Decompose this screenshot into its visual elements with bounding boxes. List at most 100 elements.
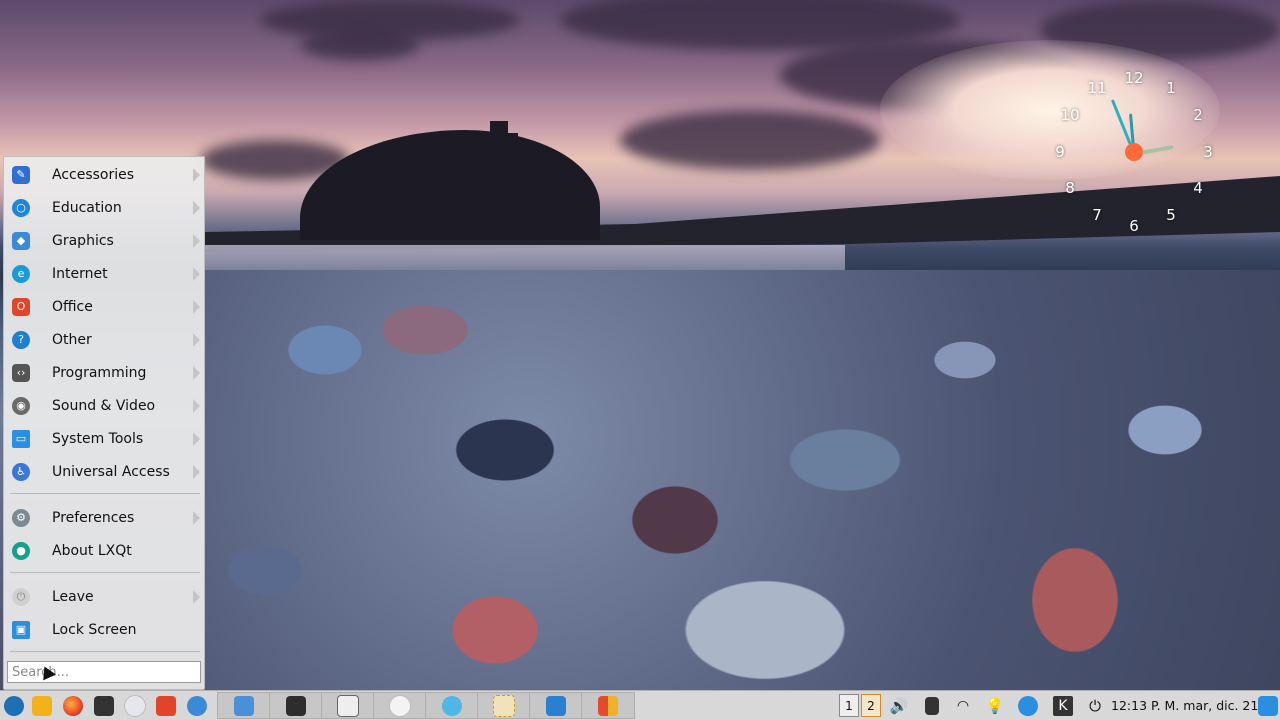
- clock-number: 7: [1092, 206, 1102, 224]
- menu-item-label: Education: [52, 199, 122, 216]
- desktop-switch-1[interactable]: 1: [839, 694, 859, 717]
- k-button[interactable]: K: [1051, 694, 1075, 718]
- menu-item-accessories[interactable]: ✎ Accessories: [6, 159, 202, 190]
- desktop-switch-2[interactable]: 2: [861, 694, 881, 717]
- clock-number: 1: [1166, 79, 1176, 97]
- show-desktop-button[interactable]: [1256, 694, 1280, 718]
- power-icon: ⏻: [1089, 697, 1101, 715]
- menu-separator: [10, 572, 200, 573]
- menu-item-sound-video[interactable]: ◉ Sound & Video: [6, 390, 202, 421]
- menu-item-universal-access[interactable]: ♿ Universal Access: [6, 456, 202, 487]
- clock-number: 8: [1065, 179, 1075, 197]
- firefox-launcher[interactable]: [61, 694, 85, 718]
- submenu-arrow-icon: [193, 465, 200, 479]
- programming-icon: ‹›: [12, 363, 30, 382]
- task-button[interactable]: [269, 692, 323, 719]
- taskbar: 1 2 🔊 ◠ 💡 K ⏻ 12:13 P. M. mar, dic. 21: [0, 690, 1280, 720]
- menu-item-label: Accessories: [52, 166, 135, 183]
- volume-icon: 🔊: [889, 697, 909, 715]
- power-icon: ⏻: [12, 587, 30, 606]
- firefox-icon: [63, 696, 83, 716]
- menu-item-leave[interactable]: ⏻ Leave: [6, 581, 202, 612]
- menu-item-about[interactable]: ● About LXQt: [6, 535, 202, 566]
- circle-icon: [389, 694, 411, 717]
- file-manager-launcher[interactable]: [30, 694, 54, 718]
- power-button[interactable]: ⏻: [1083, 694, 1107, 718]
- clock-number: 11: [1087, 79, 1107, 97]
- analog-clock-widget[interactable]: 12 1 2 3 4 5 6 7 8 9 10 11: [1040, 62, 1230, 242]
- task-button[interactable]: [529, 692, 583, 719]
- clock-number: 2: [1193, 106, 1203, 124]
- menu-item-label: Internet: [52, 265, 108, 282]
- lock-screen-icon: ▣: [12, 620, 30, 639]
- k-icon: K: [1053, 696, 1073, 716]
- penguin-icon: [337, 694, 359, 717]
- application-menu: ✎ Accessories ○ Education ◆ Graphics e I…: [3, 156, 205, 690]
- terminal-launcher[interactable]: [92, 694, 116, 718]
- folder-icon: [234, 695, 254, 716]
- menu-separator: [10, 493, 200, 494]
- disk-launcher[interactable]: [123, 694, 147, 718]
- smile-icon: [442, 695, 462, 716]
- toolbox-icon: [286, 695, 306, 716]
- gear-tool-icon: [187, 696, 207, 716]
- menu-item-graphics[interactable]: ◆ Graphics: [6, 225, 202, 256]
- office-launcher[interactable]: [154, 694, 178, 718]
- menu-item-label: Lock Screen: [52, 621, 137, 638]
- task-button[interactable]: [477, 692, 531, 719]
- menu-item-preferences[interactable]: ⚙ Preferences: [6, 502, 202, 533]
- battery-button[interactable]: [920, 694, 944, 718]
- menu-item-system-tools[interactable]: ▭ System Tools: [6, 423, 202, 454]
- submenu-arrow-icon: [193, 168, 200, 182]
- chat-button[interactable]: [1016, 694, 1040, 718]
- battery-icon: [925, 697, 939, 715]
- clock-number: 3: [1203, 143, 1213, 161]
- clock-number: 9: [1055, 143, 1065, 161]
- menu-item-lock-screen[interactable]: ▣ Lock Screen: [6, 614, 202, 645]
- task-button[interactable]: [425, 692, 479, 719]
- pdf-icon: [598, 695, 618, 716]
- menu-item-label: About LXQt: [52, 542, 132, 559]
- clock-number: 10: [1060, 106, 1080, 124]
- gear-tool-launcher[interactable]: [185, 694, 209, 718]
- wifi-button[interactable]: ◠: [951, 694, 975, 718]
- volume-button[interactable]: 🔊: [887, 694, 911, 718]
- submenu-arrow-icon: [193, 300, 200, 314]
- menu-search-input[interactable]: [7, 661, 201, 683]
- taskbar-clock[interactable]: 12:13 P. M. mar, dic. 21: [1111, 691, 1258, 720]
- bulb-button[interactable]: 💡: [983, 694, 1007, 718]
- menu-item-education[interactable]: ○ Education: [6, 192, 202, 223]
- menu-item-label: System Tools: [52, 430, 144, 447]
- menu-item-label: Office: [52, 298, 93, 315]
- task-button[interactable]: [373, 692, 427, 719]
- menu-item-label: Programming: [52, 364, 147, 381]
- task-button[interactable]: [217, 692, 271, 719]
- menu-item-label: Preferences: [52, 509, 135, 526]
- menu-item-label: Sound & Video: [52, 397, 156, 414]
- wifi-icon: ◠: [956, 698, 970, 714]
- pebble-beach: [205, 270, 1280, 690]
- gear-icon: ⚙: [12, 508, 30, 527]
- submenu-arrow-icon: [193, 432, 200, 446]
- image-icon: [546, 695, 566, 716]
- task-button[interactable]: [321, 692, 375, 719]
- task-button[interactable]: [581, 692, 635, 719]
- menu-item-internet[interactable]: e Internet: [6, 258, 202, 289]
- menu-item-label: Universal Access: [52, 463, 170, 480]
- sound-video-icon: ◉: [12, 396, 30, 415]
- terminal-icon: [94, 696, 114, 716]
- clock-hub: [1125, 143, 1143, 161]
- accessories-icon: ✎: [12, 165, 30, 184]
- disk-icon: [124, 695, 146, 717]
- menu-item-other[interactable]: ? Other: [6, 324, 202, 355]
- chat-icon: [1018, 696, 1038, 716]
- submenu-arrow-icon: [193, 399, 200, 413]
- menu-item-office[interactable]: O Office: [6, 291, 202, 322]
- menu-item-programming[interactable]: ‹› Programming: [6, 357, 202, 388]
- app-menu-button[interactable]: [2, 694, 26, 718]
- universal-access-icon: ♿: [12, 462, 30, 481]
- other-icon: ?: [12, 330, 30, 349]
- submenu-arrow-icon: [193, 333, 200, 347]
- clock-number: 6: [1129, 217, 1139, 235]
- graphics-icon: ◆: [12, 231, 30, 250]
